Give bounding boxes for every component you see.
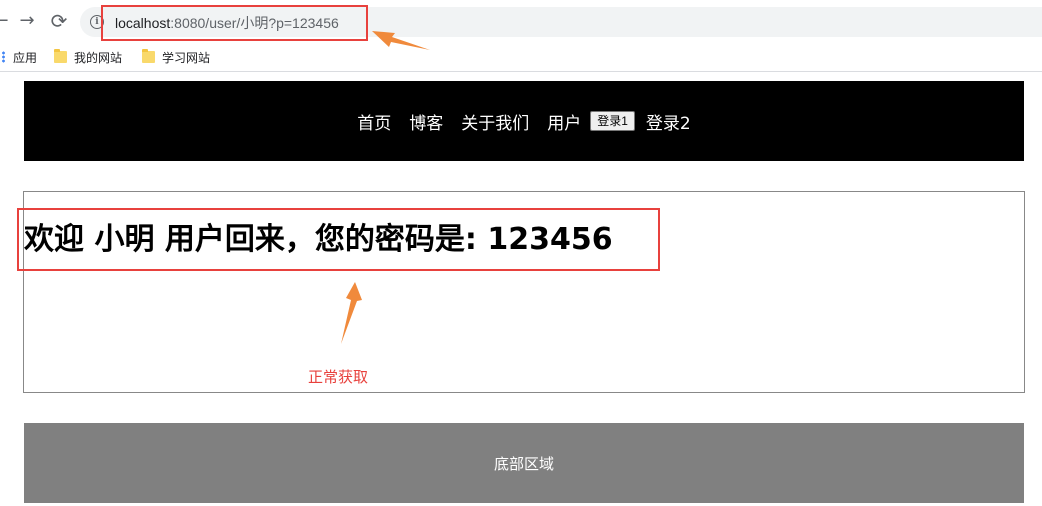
url-arrow xyxy=(372,31,430,50)
annotation-arrows xyxy=(341,31,430,344)
welcome-arrow xyxy=(341,282,362,344)
